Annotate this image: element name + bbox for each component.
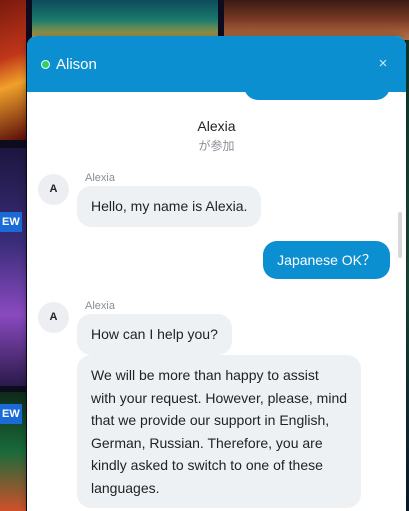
join-notice-text: が参加 <box>198 139 235 153</box>
avatar: A <box>38 302 69 333</box>
join-notice-name: Alexia <box>197 118 236 134</box>
chat-window: Alison × Alexia が参加 A Alexia Hello, my n… <box>27 36 406 511</box>
close-icon[interactable]: × <box>374 55 392 73</box>
new-badge: EW <box>0 404 22 424</box>
game-tile[interactable] <box>0 0 26 140</box>
online-status-icon <box>41 59 50 69</box>
game-tile[interactable] <box>0 148 26 386</box>
join-notice: Alexia が参加 <box>27 118 406 154</box>
new-badge: EW <box>0 212 22 232</box>
agent-message: Hello, my name is Alexia. <box>77 186 262 227</box>
user-message: Japanese OK？ <box>263 241 390 279</box>
scrollbar[interactable] <box>398 212 402 258</box>
game-tile[interactable] <box>32 0 218 40</box>
agent-name: Alison <box>56 55 97 73</box>
agent-message: How can I help you? <box>77 314 232 355</box>
game-tile[interactable] <box>224 0 409 40</box>
agent-message: We will be more than happy to assist wit… <box>77 355 361 508</box>
message-list[interactable]: Alexia が参加 A Alexia Hello, my name is Al… <box>27 84 406 511</box>
previous-user-message <box>244 84 390 100</box>
sender-name: Alexia <box>85 172 115 184</box>
sender-name: Alexia <box>85 300 115 312</box>
avatar: A <box>38 174 69 205</box>
